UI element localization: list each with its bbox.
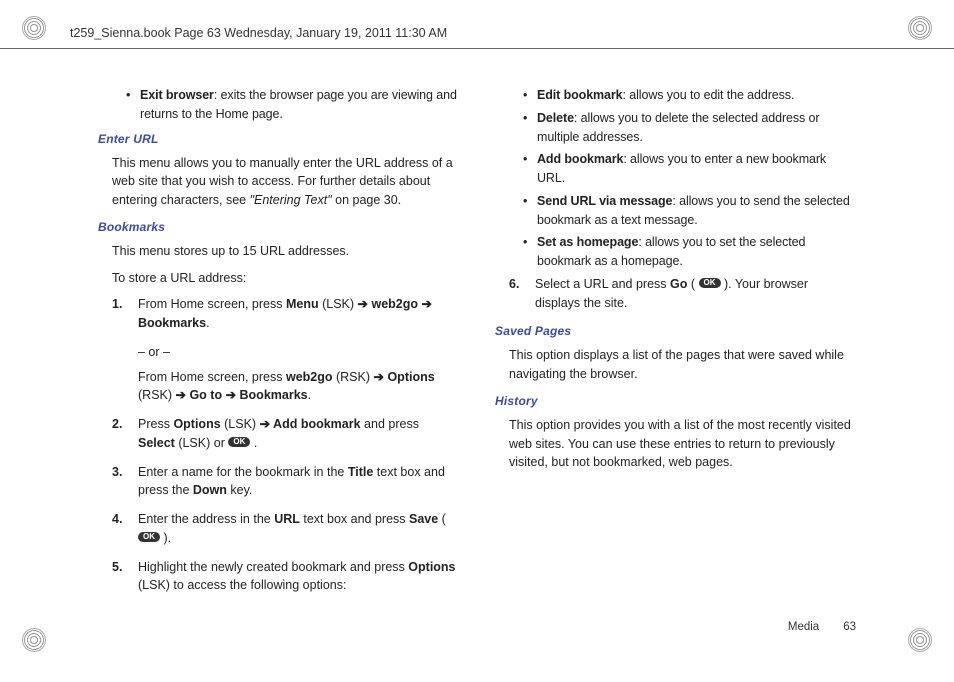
ok-icon: OK	[699, 278, 721, 288]
step-3: 3. Enter a name for the bookmark in the …	[112, 463, 459, 501]
opt-send-url: • Send URL via message: allows you to se…	[523, 192, 856, 230]
crop-line	[0, 48, 954, 49]
step-6: 6. Select a URL and press Go ( OK ). You…	[509, 275, 856, 313]
paragraph-enter-url: This menu allows you to manually enter t…	[112, 154, 459, 210]
step-1-or: – or –	[138, 343, 459, 362]
step-1: 1. From Home screen, press Menu (LSK) ➔ …	[112, 295, 459, 333]
opt-set-homepage: • Set as homepage: allows you to set the…	[523, 233, 856, 271]
heading-saved-pages: Saved Pages	[495, 322, 856, 340]
crop-mark-icon	[908, 16, 932, 40]
heading-history: History	[495, 392, 856, 410]
opt-delete: • Delete: allows you to delete the selec…	[523, 109, 856, 147]
crop-mark-icon	[908, 628, 932, 652]
paragraph-history: This option provides you with a list of …	[509, 416, 856, 472]
paragraph-saved-pages: This option displays a list of the pages…	[509, 346, 856, 384]
crop-mark-icon	[22, 628, 46, 652]
heading-bookmarks: Bookmarks	[98, 218, 459, 236]
footer-section: Media	[788, 621, 819, 633]
paragraph-bookmarks-store: To store a URL address:	[112, 269, 459, 288]
heading-enter-url: Enter URL	[98, 130, 459, 148]
ok-icon: OK	[228, 437, 250, 447]
page-content: • Exit browser: exits the browser page y…	[98, 86, 856, 622]
footer-page-number: 63	[843, 621, 856, 633]
page-footer: Media 63	[788, 619, 856, 636]
crop-mark-icon	[22, 16, 46, 40]
step-5: 5. Highlight the newly created bookmark …	[112, 558, 459, 596]
paragraph-bookmarks-intro: This menu stores up to 15 URL addresses.	[112, 242, 459, 261]
bullet-exit-browser: • Exit browser: exits the browser page y…	[126, 86, 459, 124]
opt-edit-bookmark: • Edit bookmark: allows you to edit the …	[523, 86, 856, 105]
opt-add-bookmark: • Add bookmark: allows you to enter a ne…	[523, 150, 856, 188]
step-1-alt: From Home screen, press web2go (RSK) ➔ O…	[138, 368, 459, 406]
ok-icon: OK	[138, 532, 160, 542]
document-header: t259_Sienna.book Page 63 Wednesday, Janu…	[70, 24, 447, 43]
step-4: 4. Enter the address in the URL text box…	[112, 510, 459, 548]
step-2: 2. Press Options (LSK) ➔ Add bookmark an…	[112, 415, 459, 453]
